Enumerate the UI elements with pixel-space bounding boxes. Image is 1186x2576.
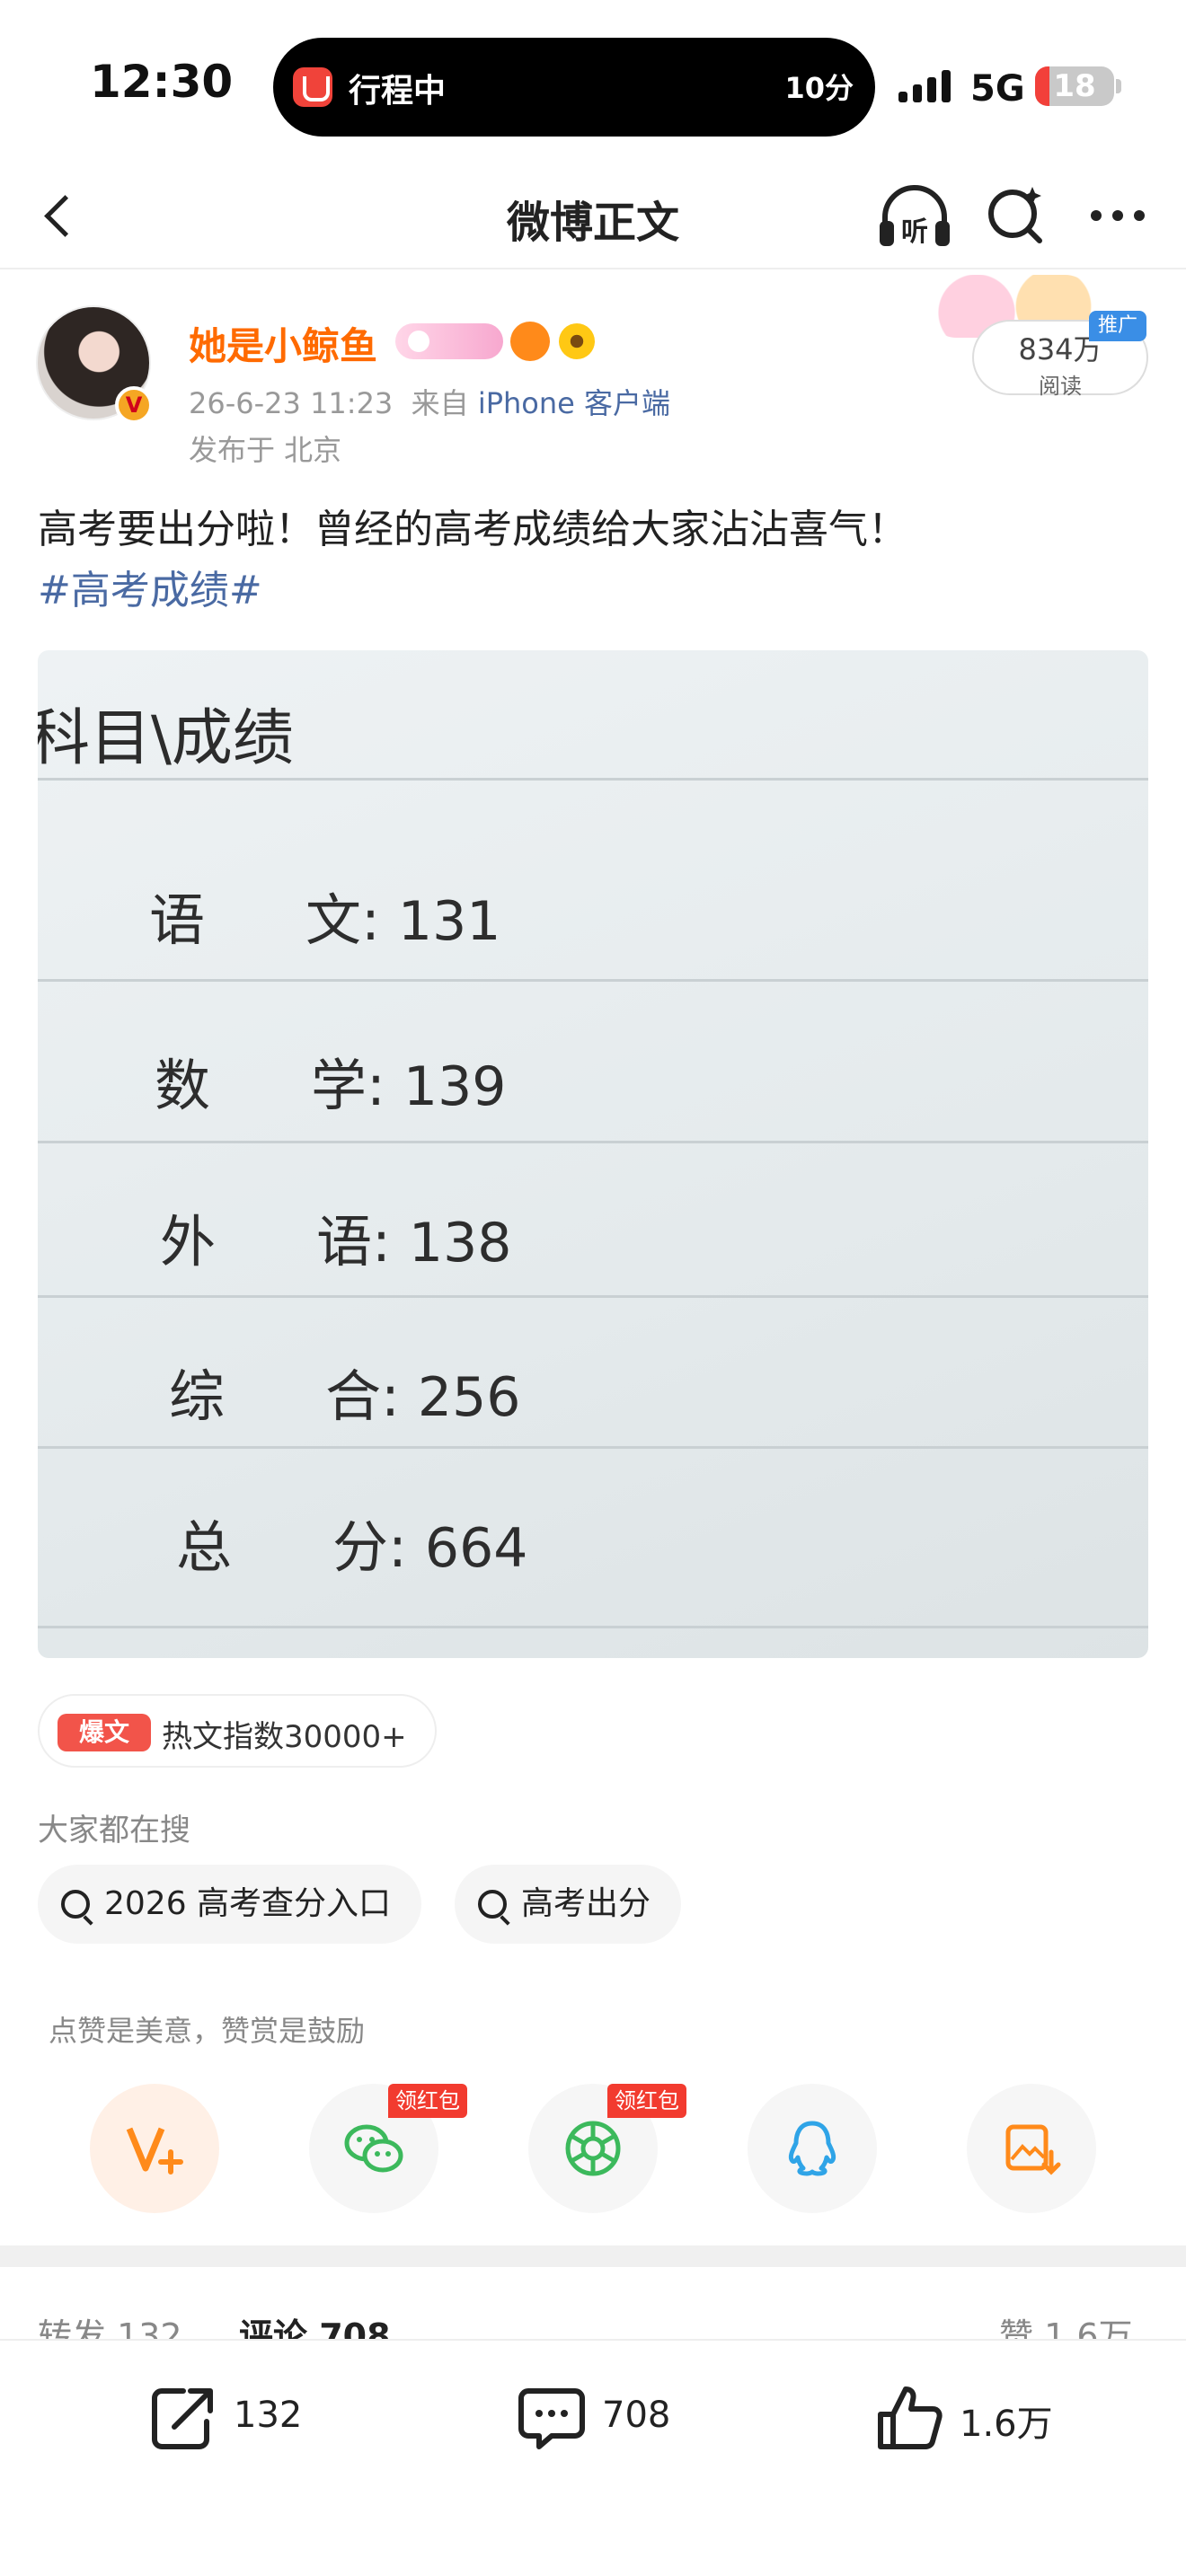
hot-index-text: 热文指数30000+ [162, 1719, 407, 1755]
subject-char-2: 分: [332, 1514, 407, 1580]
post-text: 高考要出分啦！曾经的高考成绩给大家沾沾喜气！ #高考成绩# [38, 499, 1152, 622]
trip-app-icon [293, 67, 332, 107]
trending-search-title: 大家都在搜 [38, 1813, 190, 1848]
verified-badge-icon: V [115, 386, 153, 424]
subject-char-2: 语: [316, 1209, 391, 1275]
score-row: 语 文: 131 [149, 875, 500, 956]
comment-count: 708 [602, 2395, 671, 2436]
subject-char-1: 外 [160, 1209, 217, 1275]
subject-char-1: 数 [155, 1053, 211, 1118]
wechat-icon [344, 2124, 403, 2173]
subject-char-2: 学: [311, 1053, 385, 1118]
table-line [38, 1446, 1148, 1449]
back-icon[interactable] [36, 189, 90, 243]
battery-nub [1116, 79, 1121, 93]
nav-bar: 微博正文 听 [0, 162, 1186, 269]
post-body: 高考要出分啦！曾经的高考成绩给大家沾沾喜气！ [38, 507, 907, 552]
score-value: 139 [403, 1055, 507, 1118]
live-activity-eta: 10分 [784, 71, 854, 105]
status-bar: 12:30 行程中 10分 5G 18 [0, 0, 1186, 171]
bottom-action-bar: 132 708 1.6万 [0, 2339, 1186, 2576]
hashtag-link[interactable]: #高考成绩# [38, 568, 262, 613]
hot-tag: 爆文 [58, 1714, 151, 1751]
battery-icon: 18 [1035, 66, 1114, 106]
source-prefix: 来自 [411, 386, 469, 420]
table-line [38, 1626, 1148, 1628]
save-image-icon [1005, 2124, 1061, 2175]
section-divider [0, 2245, 1186, 2267]
comment-icon [518, 2388, 585, 2449]
score-value: 664 [424, 1517, 528, 1580]
score-value: 138 [408, 1212, 512, 1275]
post-image[interactable]: 科目\成绩 语 文: 131 数 学: 139 外 语: 138 综 合: 256 总 分: 664 [38, 650, 1148, 1658]
save-image-button[interactable] [967, 2084, 1096, 2213]
post-source[interactable]: iPhone 客户端 [478, 386, 670, 420]
like-count: 1.6万 [960, 2404, 1053, 2445]
search-chip-label: 高考出分 [521, 1885, 651, 1922]
search-icon [478, 1890, 507, 1919]
image-table-header: 科目\成绩 [38, 703, 294, 774]
vip-reward-icon [126, 2127, 183, 2175]
subject-char-1: 综 [169, 1363, 226, 1429]
listen-icon[interactable]: 听 [876, 181, 953, 253]
live-activity-status: 行程中 [349, 73, 447, 110]
red-packet-tag[interactable]: 领红包 [607, 2084, 686, 2118]
qq-share-button[interactable] [748, 2084, 877, 2213]
score-row: 外 语: 138 [160, 1196, 511, 1277]
repost-icon [152, 2388, 213, 2449]
fish-badge-icon[interactable] [510, 322, 550, 361]
score-value: 131 [397, 890, 501, 953]
more-icon[interactable] [1085, 198, 1150, 234]
vip-reward-button[interactable] [90, 2084, 219, 2213]
subject-char-1: 总 [176, 1514, 233, 1580]
thumbs-up-icon [878, 2386, 943, 2449]
repost-count: 132 [234, 2395, 303, 2436]
search-chip[interactable]: 2026 高考查分入口 [38, 1865, 422, 1944]
subject-char-1: 语 [149, 887, 206, 953]
network-label: 5G [970, 68, 1025, 110]
hot-index-badge[interactable]: 爆文 热文指数30000+ [38, 1694, 437, 1768]
score-value: 256 [417, 1366, 521, 1429]
search-chip[interactable]: 高考出分 [455, 1865, 682, 1944]
table-line [38, 1295, 1148, 1298]
qq-icon [788, 2121, 836, 2176]
author-name[interactable]: 她是小鲸鱼 [189, 316, 377, 371]
red-packet-tag[interactable]: 领红包 [388, 2084, 467, 2118]
score-row: 数 学: 139 [155, 1040, 506, 1121]
promo-tag[interactable]: 推广 [1089, 311, 1146, 341]
post-meta: 26-6-23 11:23 来自 iPhone 客户端 [189, 381, 670, 422]
read-label: 阅读 [1039, 374, 1082, 399]
status-time: 12:30 [90, 56, 234, 108]
battery-level: 18 [1053, 68, 1096, 104]
reward-tip: 点赞是美意，赞赏是鼓励 [49, 2014, 366, 2048]
sunflower-badge-icon[interactable] [559, 323, 595, 359]
moments-icon [565, 2121, 621, 2176]
table-line [38, 778, 1148, 781]
post-location: 发布于 北京 [189, 433, 342, 467]
search-ai-icon[interactable] [984, 183, 1047, 246]
post-datetime: 26-6-23 11:23 [189, 386, 394, 420]
svg-text:听: 听 [901, 216, 928, 248]
search-chip-label: 2026 高考查分入口 [104, 1885, 392, 1922]
search-icon [61, 1890, 90, 1919]
table-line [38, 979, 1148, 982]
score-row: 总 分: 664 [176, 1502, 527, 1583]
score-row: 综 合: 256 [169, 1351, 520, 1432]
signal-icon [898, 70, 958, 102]
subject-char-2: 合: [325, 1363, 400, 1429]
level-badge-icon[interactable] [395, 323, 503, 359]
subject-char-2: 文: [305, 887, 380, 953]
table-line [38, 1141, 1148, 1143]
dynamic-island-live-activity[interactable]: 行程中 10分 [273, 38, 875, 137]
